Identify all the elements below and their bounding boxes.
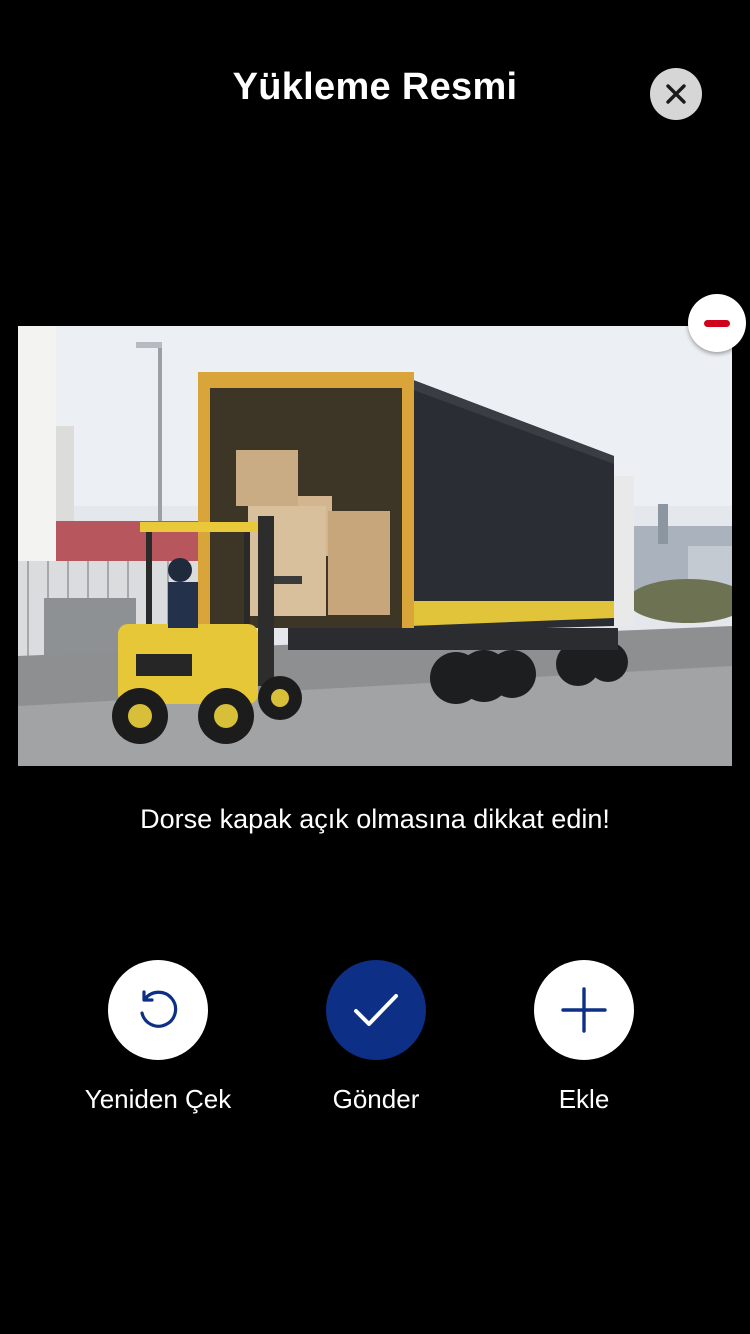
close-icon: [666, 84, 686, 104]
refresh-icon: [140, 990, 178, 1028]
remove-photo-button[interactable]: [688, 294, 746, 352]
minus-icon: [704, 319, 730, 327]
retake-label: Yeniden Çek: [84, 1084, 232, 1114]
add-button[interactable]: [534, 960, 634, 1060]
send-label: Gönder: [332, 1084, 420, 1114]
check-icon: [354, 994, 398, 1026]
retake-action[interactable]: Yeniden Çek: [58, 960, 258, 1120]
uploaded-photo: [18, 326, 732, 766]
truck-loading-image: [18, 326, 732, 766]
hint-text: Dorse kapak açık olmasına dikkat edin!: [140, 804, 610, 834]
add-label: Ekle: [558, 1084, 610, 1114]
send-button[interactable]: [326, 960, 426, 1060]
page-title: Yükleme Resmi: [232, 66, 518, 108]
close-button[interactable]: [650, 68, 702, 120]
plus-icon: [561, 987, 607, 1033]
send-action[interactable]: Gönder: [276, 960, 476, 1120]
add-action[interactable]: Ekle: [484, 960, 684, 1120]
retake-button[interactable]: [108, 960, 208, 1060]
